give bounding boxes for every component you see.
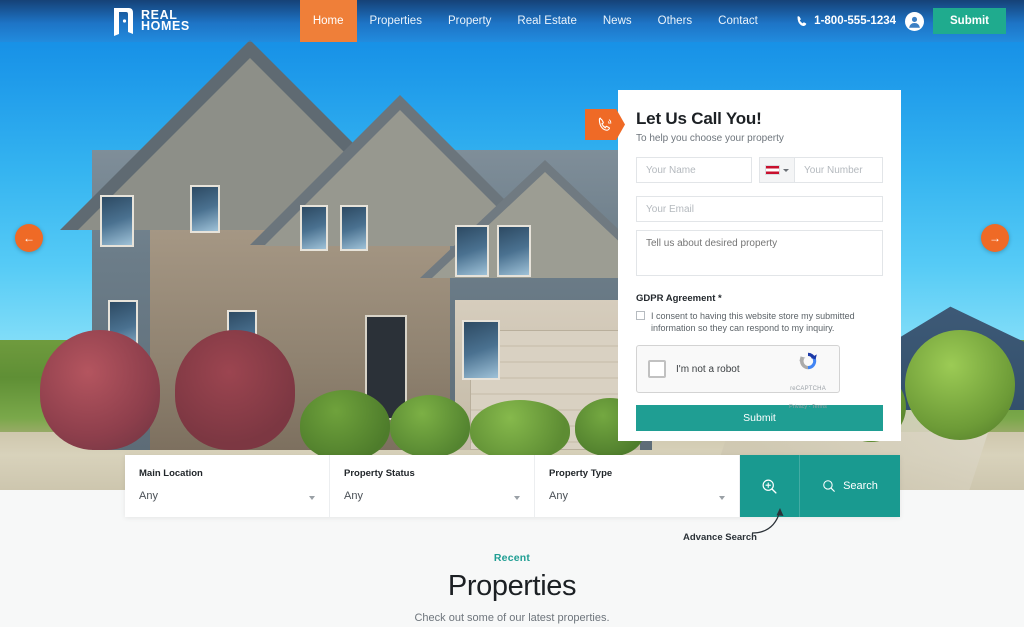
search-value-main-location: Any — [139, 490, 158, 502]
recaptcha-widget[interactable]: I'm not a robot reCAPTCHA Privacy - Term… — [636, 345, 840, 410]
search-field-main-location[interactable]: Main Location Any — [125, 455, 330, 517]
callback-submit-button[interactable]: Submit — [636, 405, 883, 431]
door-logo-icon — [112, 6, 134, 36]
callback-subtitle: To help you choose your property — [636, 133, 784, 144]
phone-icon — [797, 16, 807, 26]
site-logo[interactable]: REAL HOMES — [112, 6, 190, 36]
main-navigation: Home Properties Property Real Estate New… — [299, 0, 771, 42]
advance-search-annotation: Advance Search — [683, 532, 757, 543]
recent-kicker: Recent — [493, 552, 531, 564]
nav-item-real-estate[interactable]: Real Estate — [504, 0, 589, 42]
phone-input[interactable] — [795, 157, 883, 183]
bush — [175, 330, 295, 450]
header-submit-button[interactable]: Submit — [933, 8, 1006, 34]
callback-row-name-number — [636, 157, 883, 183]
nav-item-contact[interactable]: Contact — [705, 0, 771, 42]
bush — [470, 400, 570, 460]
carousel-next-button[interactable]: → — [981, 224, 1009, 252]
bush — [40, 330, 160, 450]
search-submit-button[interactable]: Search — [800, 455, 900, 517]
window — [462, 320, 500, 380]
arrow-left-icon: ← — [23, 231, 35, 245]
advance-search-arrow-icon — [751, 508, 784, 534]
bush — [390, 395, 470, 457]
recent-title: Properties — [447, 570, 577, 602]
logo-text: REAL HOMES — [141, 9, 190, 33]
callback-form-panel: Let Us Call You! To help you choose your… — [585, 90, 901, 441]
gdpr-title: GDPR Agreement * — [636, 293, 722, 304]
nav-item-properties[interactable]: Properties — [357, 0, 435, 42]
window — [100, 195, 134, 247]
callback-tag — [585, 109, 625, 140]
bush — [300, 390, 390, 460]
search-icon — [823, 480, 835, 492]
search-label-main-location: Main Location — [139, 468, 203, 479]
message-textarea[interactable] — [636, 230, 883, 276]
country-flag-icon — [765, 165, 780, 175]
search-value-property-type: Any — [549, 490, 568, 502]
window — [300, 205, 328, 251]
header-actions: 1-800-555-1234 Submit — [796, 8, 1006, 34]
nav-item-home[interactable]: Home — [299, 0, 357, 42]
tree — [905, 330, 1015, 440]
chevron-down-icon — [783, 168, 789, 172]
nav-item-news[interactable]: News — [590, 0, 645, 42]
arrow-right-icon: → — [989, 231, 1001, 245]
phone-ring-icon — [598, 117, 611, 131]
header-phone[interactable]: 1-800-555-1234 — [796, 15, 896, 27]
chevron-down-icon — [514, 496, 520, 500]
gdpr-checkbox[interactable] — [636, 311, 645, 320]
search-field-property-type[interactable]: Property Type Any — [535, 455, 740, 517]
logo-line-2: HOMES — [141, 19, 190, 33]
recaptcha-logo-icon — [797, 352, 819, 376]
search-value-property-status: Any — [344, 490, 363, 502]
header-phone-label: 1-800-555-1234 — [814, 15, 897, 27]
user-account-icon — [906, 12, 923, 30]
window — [340, 205, 368, 251]
window — [497, 225, 531, 277]
recaptcha-terms-link[interactable]: Privacy - Terms — [789, 404, 827, 410]
name-input[interactable] — [636, 157, 752, 183]
chevron-down-icon — [719, 496, 725, 500]
gdpr-consent-text: I consent to having this website store m… — [651, 311, 855, 333]
callback-row-email — [636, 196, 883, 222]
recent-subtitle: Check out some of our latest properties. — [414, 612, 610, 624]
gdpr-consent-row[interactable]: I consent to having this website store m… — [636, 310, 883, 334]
page-root: ← → REAL HOMES Home Properties Property … — [0, 0, 1024, 627]
window — [190, 185, 220, 233]
search-button-label: Search — [843, 480, 878, 492]
recaptcha-branding: reCAPTCHA Privacy - Terms — [785, 350, 831, 413]
callback-title: Let Us Call You! — [636, 109, 762, 128]
recaptcha-brand-name: reCAPTCHA — [790, 386, 826, 392]
nav-item-property[interactable]: Property — [435, 0, 504, 42]
account-button[interactable] — [905, 11, 925, 31]
email-input[interactable] — [636, 196, 883, 222]
nav-item-others[interactable]: Others — [645, 0, 706, 42]
search-label-property-status: Property Status — [344, 468, 415, 479]
chevron-down-icon — [309, 496, 315, 500]
country-select[interactable] — [759, 157, 795, 183]
search-field-property-status[interactable]: Property Status Any — [330, 455, 535, 517]
site-header: REAL HOMES Home Properties Property Real… — [0, 0, 1024, 42]
recaptcha-checkbox[interactable] — [648, 360, 666, 378]
window — [455, 225, 489, 277]
search-label-property-type: Property Type — [549, 468, 613, 479]
recaptcha-label: I'm not a robot — [676, 363, 740, 375]
zoom-in-icon — [762, 479, 777, 494]
carousel-prev-button[interactable]: ← — [15, 224, 43, 252]
